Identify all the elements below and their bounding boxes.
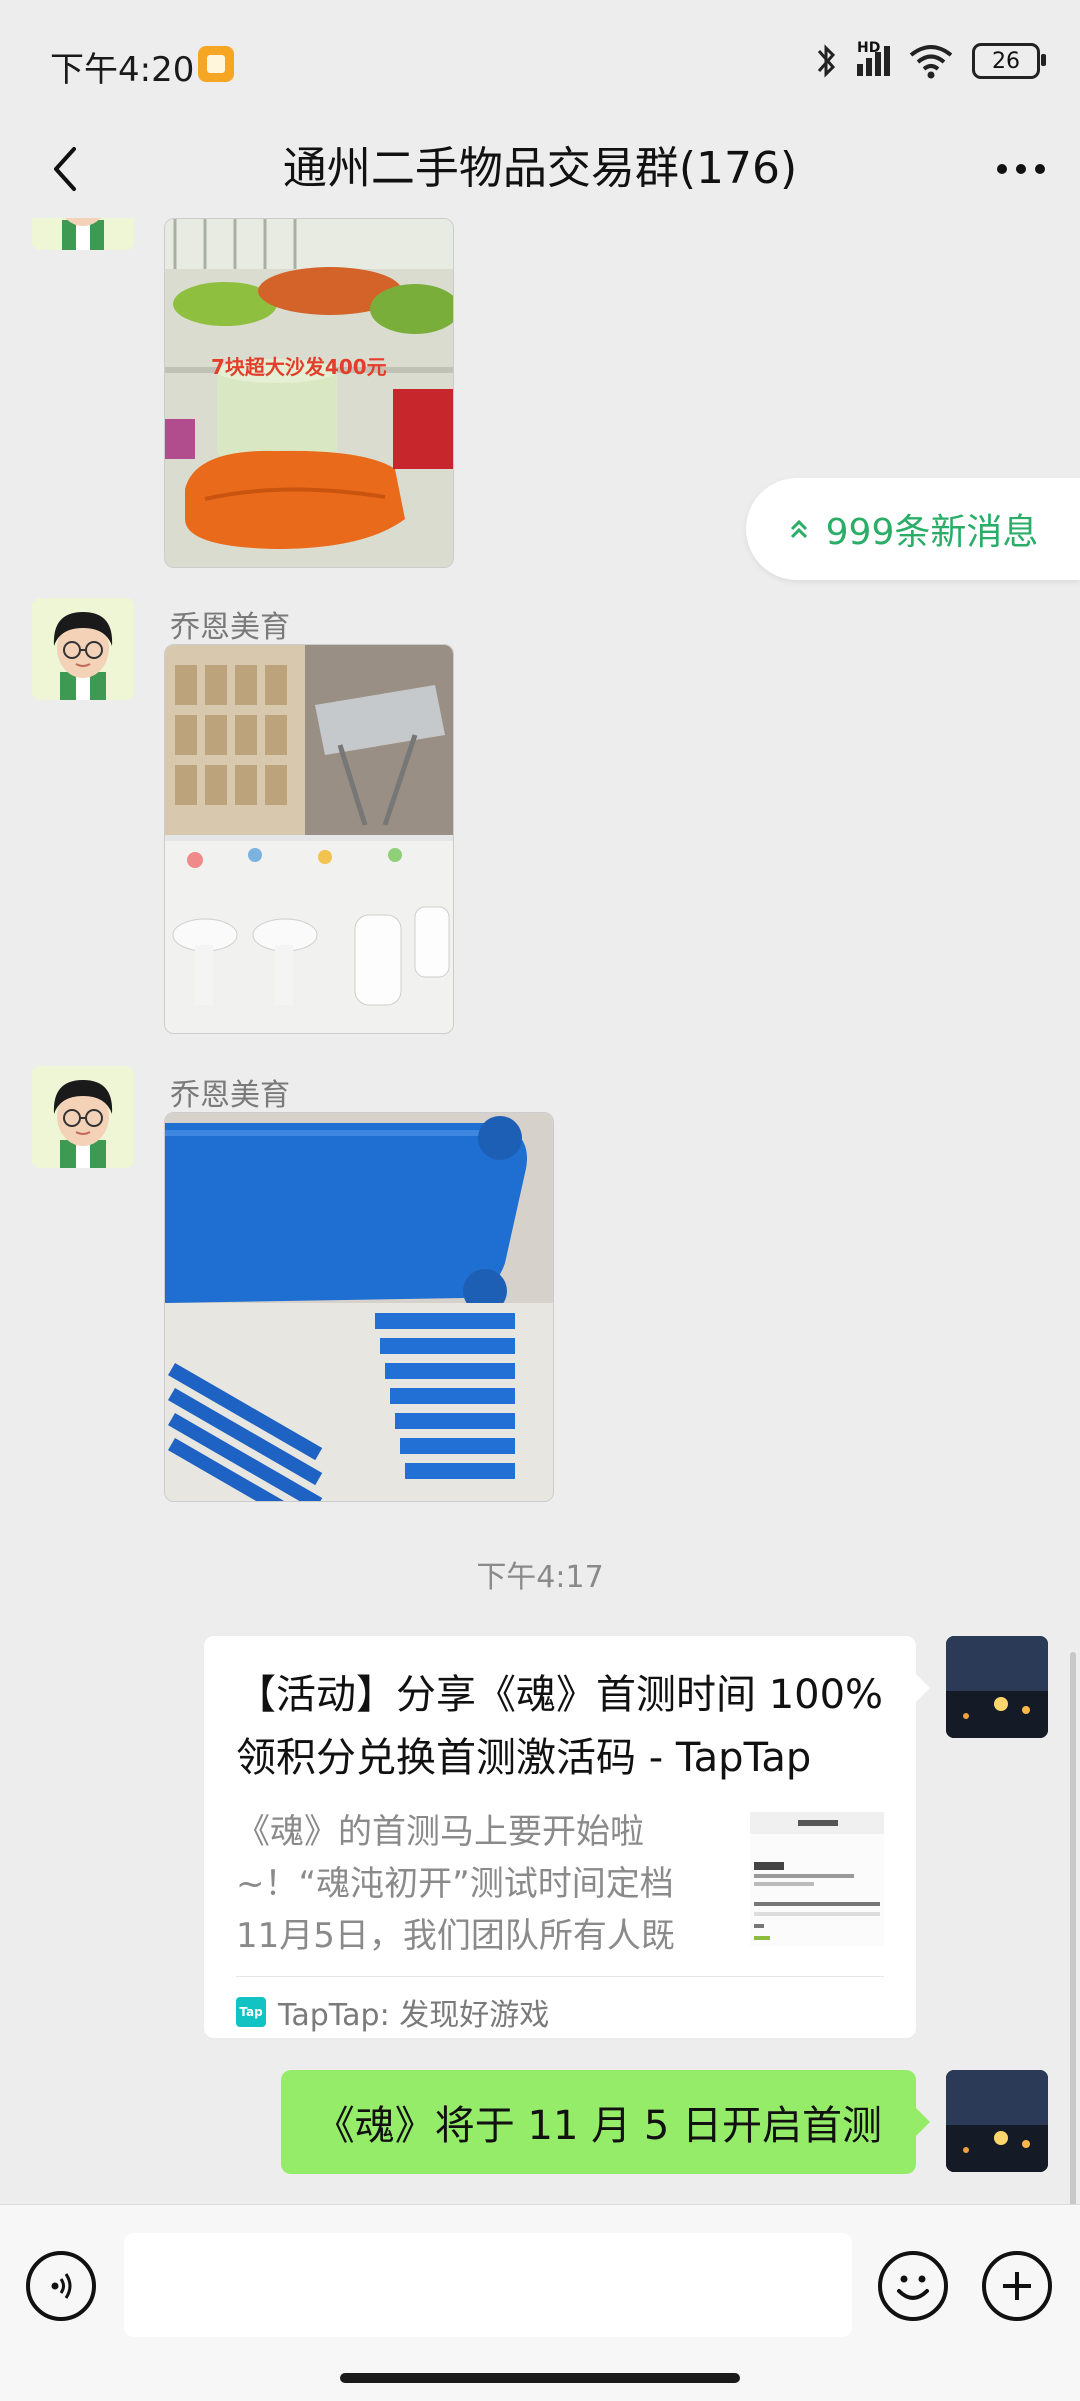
chat-image-furniture[interactable]	[164, 644, 454, 1034]
chat-scrollbar[interactable]	[1070, 1652, 1076, 2204]
new-messages-label: 999条新消息	[825, 512, 1039, 553]
input-bar	[0, 2204, 1080, 2401]
new-messages-button[interactable]: 999条新消息	[746, 478, 1080, 580]
avatar[interactable]	[32, 598, 134, 700]
more-dots-icon	[997, 164, 1045, 174]
more-functions-button[interactable]	[982, 2251, 1052, 2321]
double-chevron-up-icon	[790, 519, 807, 539]
sender-name: 乔恩美育	[170, 1078, 290, 1113]
night-street-avatar-image	[946, 2070, 1048, 2172]
photo-caption: 7块超大沙发400元	[211, 355, 387, 379]
status-bar: 下午4:20 HD 26	[0, 0, 1080, 120]
link-card-thumbnail	[750, 1812, 884, 1946]
more-options-button[interactable]	[986, 134, 1056, 204]
message-list[interactable]: 7块超大沙发400元 999条新消息 乔恩美育 乔恩美育 下午4:17 【活动】…	[0, 218, 1080, 2204]
cellular-signal-icon: HD	[857, 40, 890, 76]
home-indicator[interactable]	[340, 2373, 740, 2383]
chat-header: 通州二手物品交易群(176)	[0, 120, 1080, 218]
link-card-source: Tap TapTap: 发现好游戏	[236, 1990, 549, 2034]
sender-name: 乔恩美育	[170, 610, 290, 645]
network-type-label: HD	[857, 40, 881, 56]
message-text: 《魂》将于 11 月 5 日开启首测	[314, 2103, 882, 2149]
shared-link-card[interactable]: 【活动】分享《魂》首测时间 100%领积分兑换首测激活码 - TapTap 《魂…	[204, 1636, 930, 2038]
chat-image-sofas[interactable]: 7块超大沙发400元	[164, 218, 454, 568]
my-avatar[interactable]	[946, 1636, 1048, 1738]
card-divider	[236, 1976, 884, 1977]
my-avatar[interactable]	[946, 2070, 1048, 2172]
furniture-photo	[165, 645, 453, 1033]
avatar[interactable]	[32, 218, 134, 250]
sofa-photo	[165, 219, 453, 567]
emoji-button[interactable]	[878, 2251, 948, 2321]
cartoon-avatar-image	[32, 1066, 134, 1168]
message-input[interactable]	[124, 2233, 852, 2337]
taptap-logo-icon: Tap	[236, 1997, 266, 2027]
battery-icon: 26	[972, 43, 1046, 79]
text-message-bubble[interactable]: 《魂》将于 11 月 5 日开启首测	[280, 2070, 931, 2174]
chat-image-cots[interactable]	[164, 1112, 554, 1502]
cartoon-avatar-image	[32, 598, 134, 700]
emoji-icon	[897, 2275, 929, 2300]
night-street-avatar-image	[946, 1636, 1048, 1738]
chat-title: 通州二手物品交易群(176)	[282, 143, 798, 194]
message-timestamp: 下午4:17	[476, 1560, 604, 1595]
link-source-label: TapTap: 发现好游戏	[278, 1998, 550, 2033]
link-card-description: 《魂》的首测马上要开始啦~！“魂沌初开”测试时间定档11月5日，我们团队所有人既…	[236, 1812, 675, 1956]
status-indicators: HD 26	[815, 38, 1046, 84]
plus-icon	[1003, 2272, 1031, 2300]
bluetooth-icon	[817, 44, 836, 78]
wifi-icon	[909, 45, 953, 79]
cots-photo	[165, 1113, 553, 1501]
voice-button[interactable]	[26, 2251, 96, 2321]
status-time: 下午4:20	[50, 50, 195, 90]
notification-icon	[198, 46, 234, 82]
avatar[interactable]	[32, 1066, 134, 1168]
cartoon-avatar-image	[32, 218, 134, 250]
link-card-title: 【活动】分享《魂》首测时间 100%领积分兑换首测激活码 - TapTap	[236, 1672, 884, 1781]
battery-level: 26	[992, 48, 1020, 74]
article-thumbnail-image	[750, 1812, 884, 1946]
voice-icon	[51, 2273, 72, 2299]
